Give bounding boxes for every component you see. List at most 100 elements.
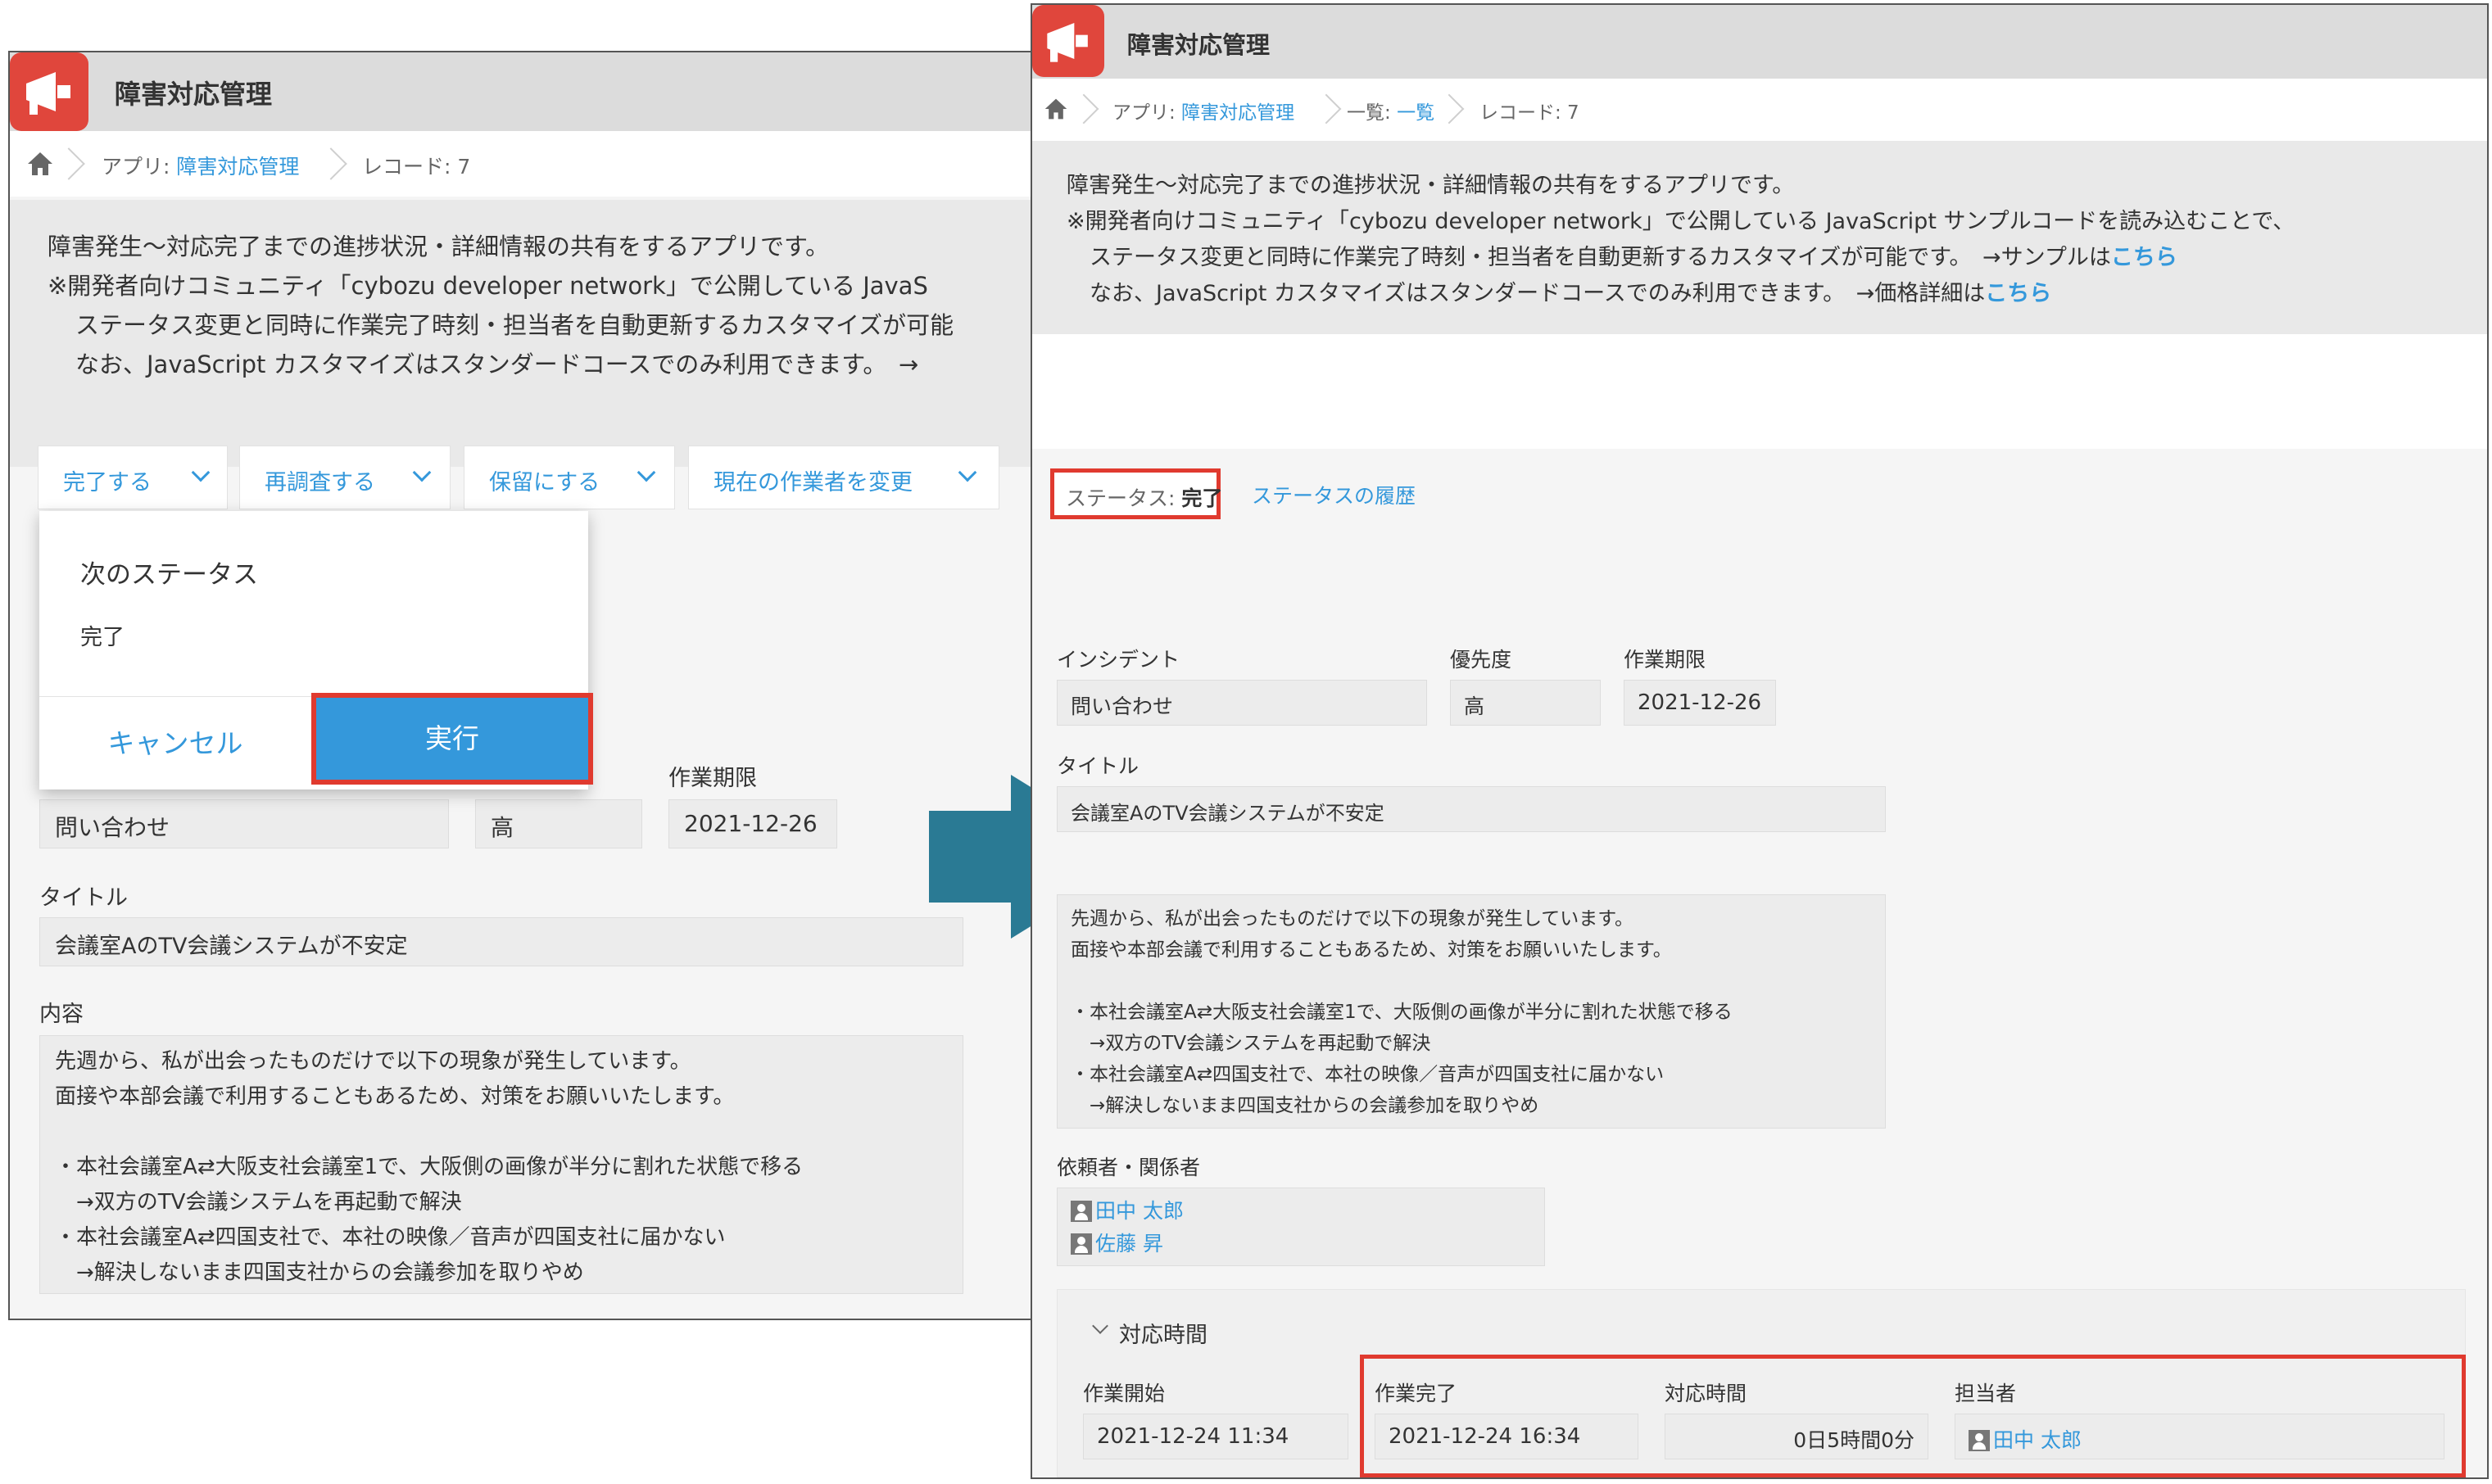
chevron-down-icon — [637, 463, 656, 482]
status-history-link[interactable]: ステータスの履歴 — [1252, 480, 1416, 509]
incident-value: 問い合わせ — [1071, 694, 1174, 718]
requester-field: 田中 太郎 佐藤 昇 — [1057, 1188, 1545, 1266]
breadcrumb: アプリ: 障害対応管理 一覧: 一覧 レコード: 7 — [1032, 79, 2487, 141]
title-field: 会議室AのTV会議システムが不安定 — [39, 917, 963, 966]
breadcrumb-separator — [315, 147, 347, 180]
title-field: 会議室AのTV会議システムが不安定 — [1057, 786, 1886, 832]
due-field: 2021-12-26 — [1624, 680, 1776, 726]
title-value: 会議室AのTV会議システムが不安定 — [1071, 802, 1384, 825]
incident-value: 問い合わせ — [55, 814, 170, 841]
incident-field: 問い合わせ — [39, 799, 449, 848]
reinvestigate-button[interactable]: 再調査する — [239, 446, 451, 509]
breadcrumb-app-prefix: アプリ: — [102, 155, 177, 179]
breadcrumb-separator — [1068, 93, 1099, 124]
app-title: 障害対応管理 — [115, 79, 273, 110]
content-label: 内容 — [39, 1002, 84, 1027]
content-line: 面接や本部会議で利用することもあるため、対策をお願いいたします。 — [1071, 939, 1672, 961]
app-header: 障害対応管理 — [10, 52, 1063, 131]
breadcrumb-separator — [1311, 93, 1342, 124]
breadcrumb-app-link[interactable]: 障害対応管理 — [176, 155, 299, 179]
price-link[interactable]: こちら — [1985, 281, 2051, 306]
start-label: 作業開始 — [1083, 1382, 1166, 1405]
due-value: 2021-12-26 — [1638, 690, 1762, 715]
app-description: 障害発生〜対応完了までの進捗状況・詳細情報の共有をするアプリです。 ※開発者向け… — [10, 200, 1063, 467]
price-prefix: →価格詳細は — [1855, 281, 1986, 306]
due-field: 2021-12-26 — [668, 799, 837, 848]
content-line: →解決しないまま四国支社からの会議参加を取りやめ — [55, 1260, 584, 1285]
breadcrumb-app-prefix: アプリ: — [1112, 102, 1182, 124]
content-line: ​ — [1071, 966, 1872, 997]
app-header: 障害対応管理 — [1032, 5, 2487, 79]
title-label: タイトル — [39, 885, 128, 911]
change-assignee-button-label: 現在の作業者を変更 — [714, 470, 913, 495]
right-window: 障害対応管理 アプリ: 障害対応管理 一覧: 一覧 レコード: 7 障害発生〜対… — [1031, 3, 2489, 1479]
due-label: 作業期限 — [1624, 648, 1706, 672]
desc-line-1: 障害発生〜対応完了までの進捗状況・詳細情報の共有をするアプリです。 — [1067, 173, 1795, 198]
content-line: ・本社会議室A⇄四国支社で、本社の映像／音声が四国支社に届かない — [1071, 1064, 1665, 1085]
content-field: 先週から、私が出会ったものだけで以下の現象が発生しています。 面接や本部会議で利… — [1057, 894, 1886, 1129]
change-assignee-button[interactable]: 現在の作業者を変更 — [688, 446, 999, 509]
desc-line-3: ステータス変更と同時に作業完了時刻・担当者を自動更新するカスタマイズが可能です。… — [1090, 239, 2177, 271]
breadcrumb-list-prefix: 一覧: — [1347, 102, 1398, 124]
requester-item[interactable]: 田中 太郎 — [1071, 1195, 1531, 1228]
cancel-button[interactable]: キャンセル — [39, 698, 311, 790]
run-button[interactable]: 実行 — [311, 693, 593, 785]
desc-line-3: ステータス変更と同時に作業完了時刻・担当者を自動更新するカスタマイズが可能 — [75, 311, 954, 339]
chevron-down-icon — [412, 463, 432, 482]
priority-field: 高 — [475, 799, 642, 848]
breadcrumb-record: レコード: 7 — [362, 155, 471, 179]
home-icon[interactable] — [26, 151, 54, 177]
megaphone-icon — [1032, 5, 1104, 77]
priority-value: 高 — [1464, 694, 1485, 718]
breadcrumb-list-link[interactable]: 一覧 — [1397, 102, 1434, 124]
desc-line-2: ※開発者向けコミュニティ「cybozu developer network」で公… — [1067, 209, 2295, 234]
priority-label: 優先度 — [1450, 648, 1512, 672]
requester-item[interactable]: 佐藤 昇 — [1071, 1228, 1531, 1260]
status-action-popup: 次のステータス 完了 キャンセル 実行 — [39, 511, 593, 790]
requester-name[interactable]: 佐藤 昇 — [1095, 1232, 1163, 1256]
left-window: 障害対応管理 アプリ: 障害対応管理 レコード: 7 障害発生〜対応完了までの進… — [8, 51, 1065, 1320]
breadcrumb-app-link[interactable]: 障害対応管理 — [1181, 102, 1294, 124]
content-line: ・本社会議室A⇄四国支社で、本社の映像／音声が四国支社に届かない — [55, 1225, 726, 1250]
priority-value: 高 — [491, 814, 514, 841]
home-icon[interactable] — [1044, 97, 1068, 121]
content-line: 面接や本部会議で利用することもあるため、対策をお願いいたします。 — [55, 1084, 735, 1109]
response-time-group-label: 対応時間 — [1119, 1323, 1207, 1348]
title-value: 会議室AのTV会議システムが不安定 — [55, 934, 408, 959]
breadcrumb-separator — [1434, 93, 1465, 124]
content-line: →双方のTV会議システムを再起動で解決 — [55, 1190, 462, 1215]
content-field: 先週から、私が出会ったものだけで以下の現象が発生しています。 面接や本部会議で利… — [39, 1035, 963, 1294]
status-label: ステータス: — [1066, 486, 1182, 510]
content-line: 先週から、私が出会ったものだけで以下の現象が発生しています。 — [55, 1049, 691, 1074]
desc-line-4: なお、JavaScript カスタマイズはスタンダードコースでのみ利用できます。… — [75, 351, 919, 378]
app-description: 障害発生〜対応完了までの進捗状況・詳細情報の共有をするアプリです。 ※開発者向け… — [1032, 141, 2487, 334]
complete-button-label: 完了する — [63, 470, 152, 495]
chevron-down-icon — [191, 463, 211, 482]
sample-link[interactable]: こちら — [2111, 245, 2177, 270]
megaphone-icon — [10, 52, 88, 131]
title-label: タイトル — [1057, 754, 1140, 778]
incident-label: インシデント — [1057, 648, 1180, 672]
breadcrumb-separator — [52, 147, 85, 180]
reinvestigate-button-label: 再調査する — [265, 470, 375, 495]
breadcrumb: アプリ: 障害対応管理 レコード: 7 — [10, 131, 1063, 197]
incident-field: 問い合わせ — [1057, 680, 1427, 726]
popup-divider — [39, 696, 588, 697]
desc-line-2: ※開発者向けコミュニティ「cybozu developer network」で公… — [48, 272, 928, 300]
breadcrumb-list: 一覧: 一覧 — [1347, 97, 1434, 124]
content-line: ​ — [55, 1115, 948, 1150]
complete-button[interactable]: 完了する — [38, 446, 228, 509]
status-value: 完了 — [1181, 486, 1223, 510]
due-value: 2021-12-26 — [684, 810, 818, 837]
breadcrumb-app: アプリ: 障害対応管理 — [1112, 97, 1294, 124]
requester-name[interactable]: 田中 太郎 — [1095, 1199, 1184, 1223]
content-line: ・本社会議室A⇄大阪支社会議室1で、大阪側の画像が半分に割れた状態で移る — [1071, 1002, 1733, 1023]
desc-line-4: なお、JavaScript カスタマイズはスタンダードコースでのみ利用できます。… — [1090, 275, 2051, 307]
content-line: →解決しないまま四国支社からの会議参加を取りやめ — [1071, 1095, 1539, 1116]
start-field: 2021-12-24 11:34 — [1083, 1414, 1348, 1459]
action-area — [1032, 334, 2487, 449]
sample-prefix: →サンプルは — [1982, 245, 2111, 270]
hold-button[interactable]: 保留にする — [464, 446, 675, 509]
start-value: 2021-12-24 11:34 — [1097, 1424, 1289, 1449]
user-icon — [1071, 1201, 1092, 1222]
